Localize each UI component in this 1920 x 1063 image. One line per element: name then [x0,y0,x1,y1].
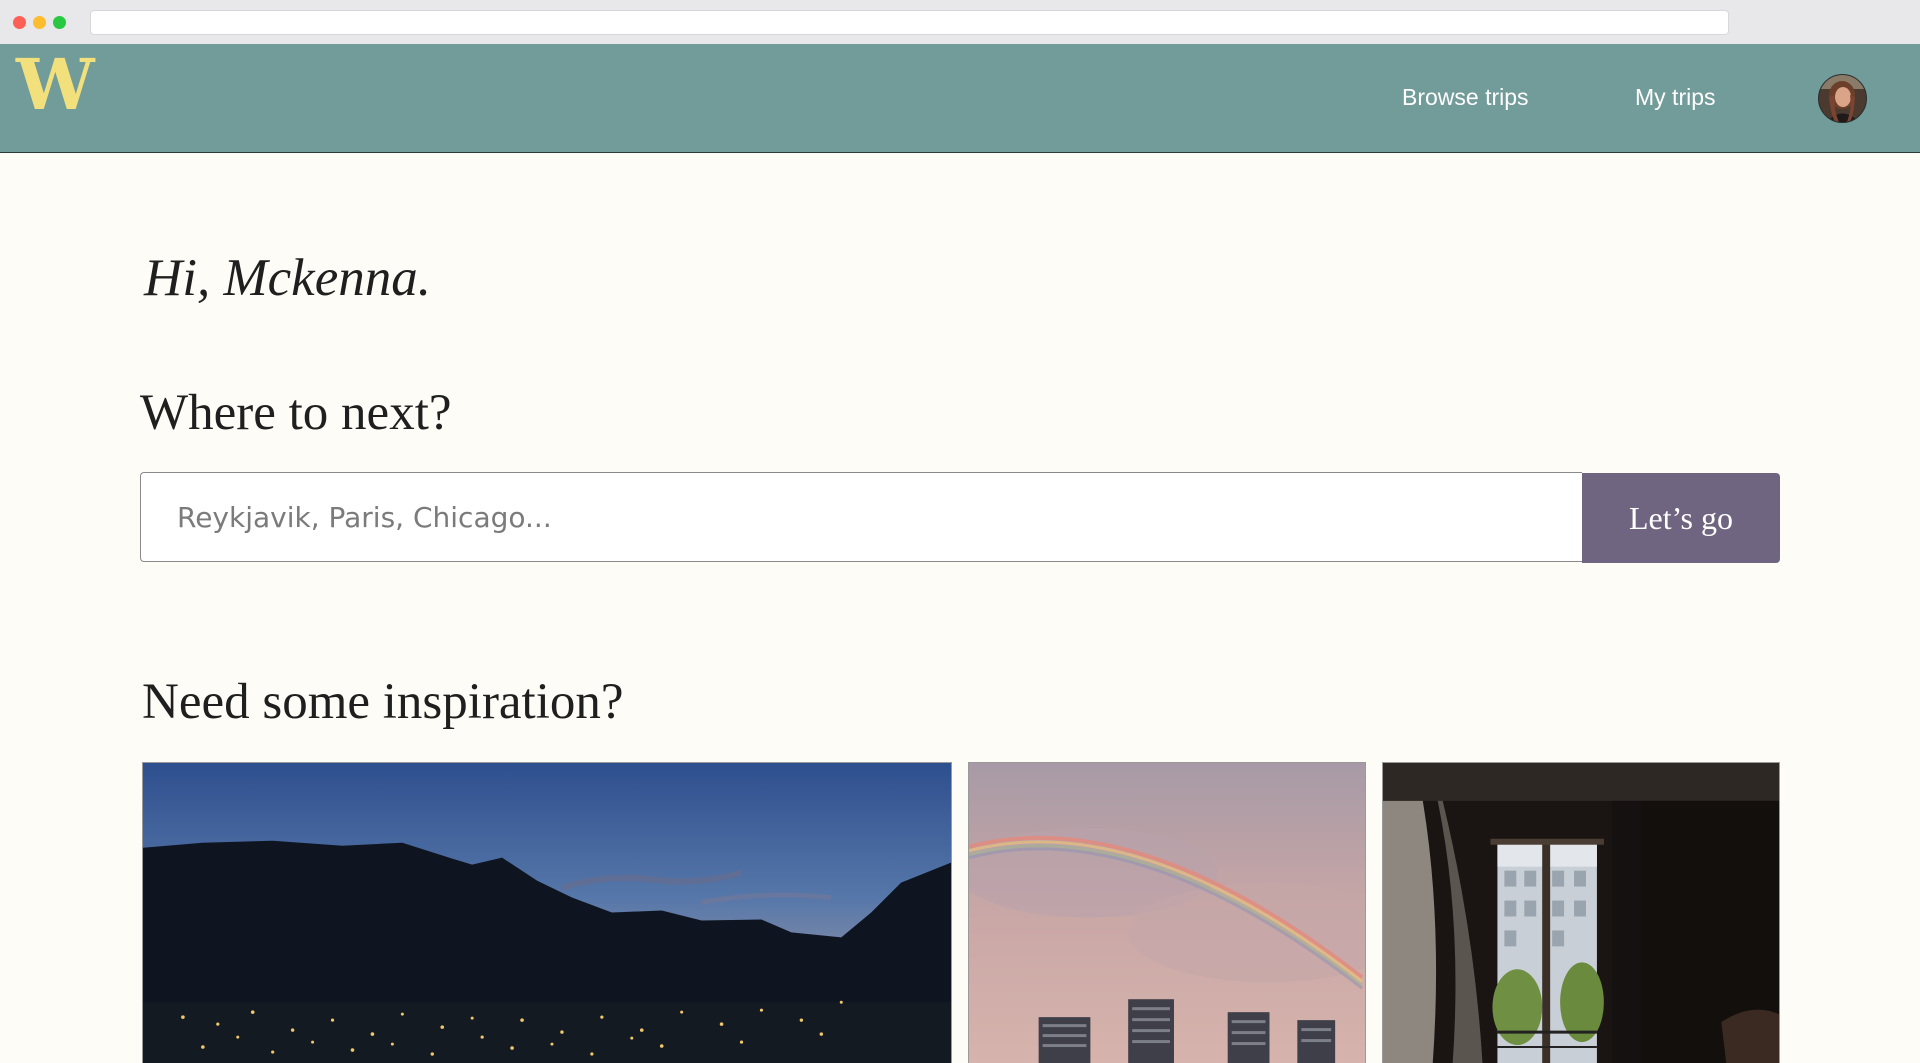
minimize-window-button[interactable] [33,16,46,29]
nav-my-trips[interactable]: My trips [1635,84,1716,111]
hotel-window-view-photo-icon [1383,763,1779,1063]
inspiration-card-rainbow-city[interactable] [968,762,1366,1063]
browser-chrome [0,0,1920,45]
close-window-button[interactable] [13,16,26,29]
maximize-window-button[interactable] [53,16,66,29]
app-header: W Browse trips My trips [0,44,1920,153]
avatar[interactable] [1818,74,1867,123]
mountain-valley-night-photo-icon [143,763,951,1063]
rainbow-city-skyline-photo-icon [969,763,1365,1063]
inspiration-card-mountain-valley[interactable] [142,762,952,1063]
inspiration-card-hotel-window[interactable] [1382,762,1780,1063]
address-bar[interactable] [90,10,1729,35]
destination-search-input[interactable] [140,472,1582,562]
nav-browse-trips[interactable]: Browse trips [1402,84,1529,111]
greeting-heading: Hi, Mckenna. [144,249,431,307]
lets-go-button[interactable]: Let’s go [1582,473,1780,563]
search-section-title: Where to next? [140,385,452,441]
logo[interactable]: W [16,50,95,120]
inspiration-section-title: Need some inspiration? [142,674,624,730]
avatar-photo-icon [1819,75,1866,122]
